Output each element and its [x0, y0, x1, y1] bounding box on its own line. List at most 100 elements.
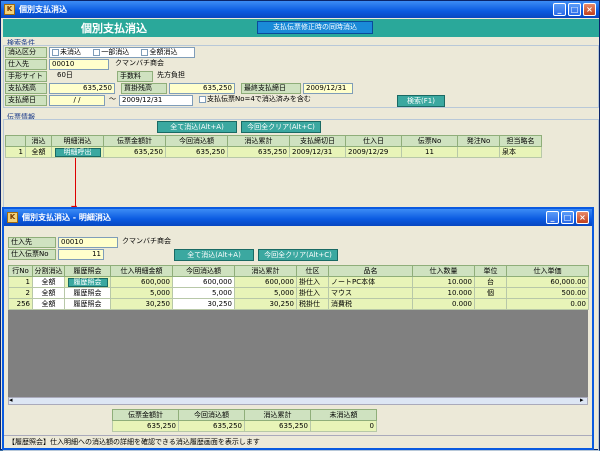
- shiire-label: 仕入先: [5, 59, 47, 70]
- col-header: 伝票金額計: [103, 135, 166, 147]
- close-icon[interactable]: ×: [583, 3, 596, 16]
- main-window-title: 個別支払消込: [19, 5, 67, 14]
- col-header: 仕入明細金額: [110, 265, 173, 277]
- col-header: 伝票No: [401, 135, 458, 147]
- shimebi-to-input[interactable]: 2009/12/31: [119, 95, 193, 106]
- search-button[interactable]: 検索(F1): [397, 95, 445, 107]
- shiire-name: クマンバチ商会: [115, 59, 164, 67]
- shimebi-from-input[interactable]: / /: [49, 95, 105, 106]
- maximize-icon[interactable]: □: [568, 3, 581, 16]
- zandaka-label: 支払残高: [5, 83, 47, 94]
- sub-shiire-code: 00010: [58, 237, 118, 248]
- summary-table: 伝票金額計 今回消込額 消込累計 未消込額 635,250 635,250 635,250…: [112, 409, 377, 432]
- table-row[interactable]: 2 全額 履歴照会 5,000 5,000 5,000 掛仕入 マウス 10.000 個 500…: [8, 287, 589, 299]
- checkbox-icon[interactable]: [93, 48, 101, 56]
- detail-window: K 個別支払消込 - 明細消込 _ □ × 仕入先 00010 クマンバチ商会 仕入…: [2, 207, 594, 450]
- checkbox-icon[interactable]: [199, 95, 206, 103]
- horizontal-scrollbar[interactable]: [8, 397, 588, 405]
- saishu-value: 2009/12/31: [303, 83, 353, 94]
- close-icon[interactable]: ×: [576, 211, 589, 224]
- col-header: 消込累計: [234, 265, 297, 277]
- detail-header-row: 行No 分割消込 履歴照会 仕入明細金額 今回消込額 消込累計 仕区 品名 仕入数量 単位 仕入単価: [8, 265, 589, 277]
- sub-all-match-button[interactable]: 全て消込(Alt+A): [174, 249, 254, 261]
- kaikake-value: 635,250: [169, 83, 235, 94]
- col-header: 今回消込額: [178, 409, 245, 421]
- detail-button[interactable]: 明細呼出: [54, 147, 101, 157]
- col-header: 行No: [8, 265, 33, 277]
- sub-shiire-label: 仕入先: [8, 237, 56, 248]
- col-header: 発注No: [457, 135, 500, 147]
- col-header: 単位: [474, 265, 507, 277]
- col-header: 消込累計: [227, 135, 290, 147]
- detail-table: 行No 分割消込 履歴照会 仕入明細金額 今回消込額 消込累計 仕区 品名 仕入数量 単位 仕入単価…: [8, 265, 589, 310]
- table-row[interactable]: 256 全額 履歴照会 30,250 30,250 30,250 税掛仕 消費税 0.000…: [8, 298, 589, 310]
- history-label[interactable]: 履歴照会: [64, 298, 111, 310]
- tegata-value: 60日: [57, 71, 73, 79]
- connector-arrow: [75, 158, 76, 208]
- detail-window-title: 個別支払消込 - 明細消込: [22, 213, 111, 222]
- shimebi-label: 支払締日: [5, 95, 47, 106]
- table-row[interactable]: 1 全額 履歴照会 600,000 600,000 600,000 掛仕入 ノートPC本体…: [8, 276, 589, 288]
- sum-remaining: 0: [310, 420, 377, 432]
- checkbox-icon[interactable]: [141, 48, 149, 56]
- tegata-label: 手形サイト: [5, 71, 47, 82]
- col-header: 消込累計: [244, 409, 311, 421]
- sum-now: 635,250: [178, 420, 245, 432]
- col-header: 仕入単価: [506, 265, 589, 277]
- detail-titlebar[interactable]: K 個別支払消込 - 明細消込 _ □ ×: [4, 209, 592, 226]
- all-match-button[interactable]: 全て消込(Alt+A): [157, 121, 237, 133]
- sub-clear-button[interactable]: 今回全クリア(Alt+C): [258, 249, 338, 261]
- col-header: 消込: [25, 135, 52, 147]
- sum-total: 635,250: [244, 420, 311, 432]
- col-header: 明細消込: [51, 135, 104, 147]
- kubun-label: 消込区分: [5, 47, 47, 58]
- tesuryo-label: 手数料: [117, 71, 153, 82]
- saishu-label: 最終支払締日: [241, 83, 301, 94]
- col-header: 未消込額: [310, 409, 377, 421]
- col-header: 支払締切日: [289, 135, 346, 147]
- col-header: 伝票金額計: [112, 409, 179, 421]
- kubun-partial[interactable]: 一部消込: [93, 48, 129, 56]
- page-title: 個別支払消込: [81, 22, 147, 35]
- col-header: 分割消込: [32, 265, 65, 277]
- sub-denpyo-label: 仕入伝票No: [8, 249, 56, 260]
- table-row[interactable]: 1 全額 明細呼出 635,250 635,250 635,250 2009/1…: [5, 146, 542, 158]
- col-header: 仕入日: [345, 135, 402, 147]
- sub-denpyo-value: 11: [58, 249, 104, 260]
- tesuryo-value: 先方負担: [157, 71, 185, 79]
- main-titlebar[interactable]: K 個別支払消込 _ □ ×: [1, 1, 599, 18]
- col-header: 仕区: [296, 265, 329, 277]
- denpyo-header-row: 消込 明細消込 伝票金額計 今回消込額 消込累計 支払締切日 仕入日 伝票No 発注No 担当略名: [5, 135, 542, 147]
- shimebi-checkbox[interactable]: 支払伝票No=4で消込済みを含む: [197, 95, 313, 106]
- zandaka-value: 635,250: [49, 83, 115, 94]
- app-icon: K: [7, 212, 18, 223]
- history-label[interactable]: 履歴照会: [64, 287, 111, 299]
- kubun-full[interactable]: 全額消込: [141, 48, 177, 56]
- col-header: 今回消込額: [165, 135, 228, 147]
- app-icon: K: [4, 4, 15, 15]
- col-header: 品名: [328, 265, 413, 277]
- history-button[interactable]: 履歴照会: [67, 277, 108, 287]
- denpyo-table: 消込 明細消込 伝票金額計 今回消込額 消込累計 支払締切日 仕入日 伝票No 発注No 担当略名…: [5, 135, 542, 158]
- col-header: 担当略名: [499, 135, 542, 147]
- shiire-code-input[interactable]: 00010: [49, 59, 109, 70]
- scroll-left-icon[interactable]: ◂: [9, 396, 13, 404]
- col-header: [5, 135, 26, 147]
- kubun-group[interactable]: 未消込 一部消込 全額消込: [49, 47, 195, 58]
- col-header: 今回消込額: [172, 265, 235, 277]
- minimize-icon[interactable]: _: [546, 211, 559, 224]
- kubun-unmatched[interactable]: 未消込: [52, 48, 81, 56]
- tilde: 〜: [109, 95, 116, 103]
- clear-button[interactable]: 今回全クリア(Alt+C): [241, 121, 321, 133]
- checkbox-icon[interactable]: [52, 48, 59, 56]
- sum-amount: 635,250: [112, 420, 179, 432]
- kaikake-label: 買掛残高: [121, 83, 167, 94]
- simultaneous-button[interactable]: 支払伝票修正時の同時消込: [257, 21, 373, 34]
- status-text: 【履歴照会】仕入明細への消込額の詳細を確認できる消込履歴画面を表示します: [8, 438, 260, 446]
- col-header: 履歴照会: [64, 265, 111, 277]
- sub-shiire-name: クマンバチ商会: [122, 237, 171, 245]
- col-header: 仕入数量: [412, 265, 475, 277]
- minimize-icon[interactable]: _: [553, 3, 566, 16]
- scroll-right-icon[interactable]: ▸: [580, 396, 584, 404]
- maximize-icon[interactable]: □: [561, 211, 574, 224]
